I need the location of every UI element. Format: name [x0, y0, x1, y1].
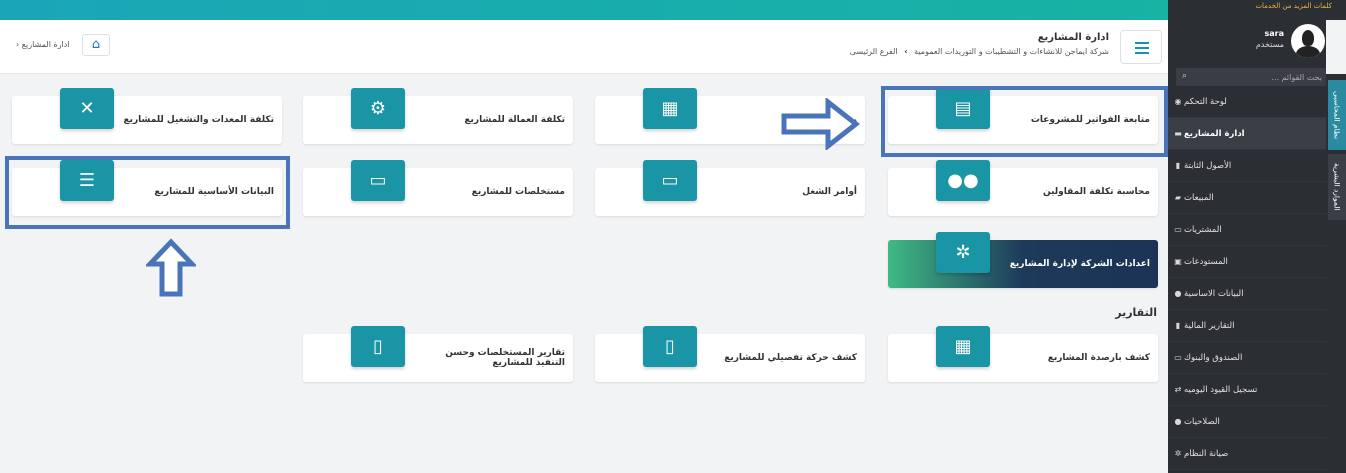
arrow-right-icon	[781, 98, 860, 150]
arrow-up-icon	[146, 238, 196, 297]
dashboard-icon: ◉	[1174, 97, 1182, 106]
building-icon: ▦	[643, 88, 697, 129]
note-icon: ▭	[643, 160, 697, 201]
file-icon: ▮	[1175, 321, 1181, 330]
card-equipment-cost[interactable]: ✕ تكلفة المعدات والتشغيل للمشاريع	[12, 88, 282, 144]
money-icon: ▭	[1174, 225, 1182, 234]
top-bar	[0, 0, 1168, 20]
sidebar-item-basic-data[interactable]: البيانات الاساسية ●	[1168, 278, 1326, 310]
menu-toggle-button[interactable]	[1120, 30, 1162, 64]
branch-name: الفرع الرئيسى	[849, 47, 898, 56]
toolbox-icon: ⚙	[351, 88, 405, 129]
info-icon: ●	[1174, 289, 1182, 298]
card-balances-report[interactable]: ▦ كشف بارصدة المشاريع	[888, 326, 1158, 382]
projects-icon: ▬	[1174, 129, 1182, 138]
menu-search[interactable]: ⌕	[1176, 68, 1326, 86]
sidebar-item-warehouses[interactable]: المستودعات ▣	[1168, 246, 1326, 278]
sidebar-nav: لوحة التحكم ◉ ادارة المشاريع ▬ الأصول الثا…	[1168, 86, 1326, 470]
sidebar-item-dashboard[interactable]: لوحة التحكم ◉	[1168, 86, 1326, 118]
top-bar-right: كلمات المزيد من الخدمات	[1168, 0, 1346, 20]
highlight-box-basic-data	[5, 156, 290, 229]
card-detailed-movement-report[interactable]: ▯ كشف حركة تفصيلي للمشاريع	[595, 326, 865, 382]
sidebar-item-fixed-assets[interactable]: الأصول الثابتة ▮	[1168, 150, 1326, 182]
breadcrumb-separator: ›	[904, 47, 908, 56]
card-label: كشف بارصدة المشاريع	[1047, 353, 1150, 363]
card-label: أوامر الشغل	[802, 187, 857, 197]
tab-accounting-system[interactable]: نظام المحاسبى	[1328, 80, 1346, 150]
top-promo: كلمات المزيد من الخدمات	[1255, 2, 1332, 10]
home-icon: ⌂	[91, 37, 101, 52]
users-icon: ●	[1174, 417, 1182, 426]
sidebar-item-cash-banks[interactable]: الصندوق والبنوك ▭	[1168, 342, 1326, 374]
user-role: مستخدم	[1255, 40, 1284, 49]
money-icon: ▭	[1174, 353, 1182, 362]
card-label: تكلفة العمالة للمشاريع	[464, 115, 565, 125]
tab-human-resources[interactable]: الموارد البشرية	[1328, 154, 1346, 220]
card-work-orders[interactable]: ▭ أوامر الشغل	[595, 160, 865, 216]
user-name: sara	[1264, 29, 1284, 38]
card-label: كشف حركة تفصيلي للمشاريع	[724, 353, 857, 363]
sidebar-item-projects[interactable]: ادارة المشاريع ▬	[1168, 118, 1326, 150]
sidebar-item-journal-entries[interactable]: تسجيل القيود اليوميه ⇄	[1168, 374, 1326, 406]
reports-section-title: التقارير	[1115, 306, 1157, 319]
list-icon	[1135, 42, 1149, 54]
sidebar-item-permissions[interactable]: الصلاحيات ●	[1168, 406, 1326, 438]
search-icon: ⌕	[1182, 71, 1188, 81]
page-title: ادارة المشاريع	[1037, 32, 1109, 43]
file-icon: ▯	[643, 326, 697, 367]
card-extract-reports[interactable]: ▯ تقارير المستخلصات وحسن التنفيذ للمشاري…	[303, 326, 573, 382]
card-contractors[interactable]: ●● محاسبة تكلفة المقاولين	[888, 160, 1158, 216]
sidebar-item-financial-reports[interactable]: التقارير المالية ▮	[1168, 310, 1326, 342]
card-company-settings[interactable]: ✲ اعدادات الشركة لإدارة المشاريع	[888, 232, 1158, 288]
card-label: اعدادات الشركة لإدارة المشاريع	[1009, 259, 1150, 269]
sidebar: sara مستخدم ⌕ لوحة التحكم◉ ادارة المشاري…	[1168, 20, 1326, 473]
calculator-icon: ▦	[936, 326, 990, 367]
card-label: تقارير المستخلصات وحسن التنفيذ للمشاريع	[445, 348, 565, 368]
page-header: ادارة المشاريع شركة ايماجن للانشاءات و ا…	[0, 20, 1168, 74]
users-icon: ●●	[936, 160, 990, 201]
vertical-tabs: نظام المحاسبى الموارد البشرية	[1326, 74, 1346, 473]
card-labor-cost[interactable]: ⚙ تكلفة العمالة للمشاريع	[303, 88, 573, 144]
sidebar-item-purchases[interactable]: المشتريات ▭	[1168, 214, 1326, 246]
truck-icon: ▰	[1174, 193, 1182, 202]
sidebar-item-system-maintenance[interactable]: صيانة النظام ✲	[1168, 438, 1326, 470]
highlight-box-invoices	[881, 86, 1168, 157]
home-breadcrumb[interactable]: ادارة المشاريع ‹	[16, 40, 70, 49]
gear-icon: ✲	[1174, 449, 1182, 458]
avatar[interactable]	[1291, 24, 1325, 58]
company-name: شركة ايماجن للانشاءات و التشطيبات و التو…	[914, 47, 1109, 56]
card-extracts[interactable]: ▭ مستخلصات للمشاريع	[303, 160, 573, 216]
note-icon: ▭	[351, 160, 405, 201]
card-label: تكلفة المعدات والتشغيل للمشاريع	[123, 115, 274, 125]
menu-search-input[interactable]	[1196, 70, 1322, 84]
exchange-icon: ⇄	[1174, 385, 1182, 394]
home-button[interactable]: ⌂	[82, 34, 110, 56]
sidebar-item-sales[interactable]: المبيعات ▰	[1168, 182, 1326, 214]
file-icon: ▮	[1175, 161, 1181, 170]
breadcrumb: شركة ايماجن للانشاءات و التشطيبات و التو…	[850, 47, 1109, 56]
card-label: مستخلصات للمشاريع	[471, 187, 565, 197]
box-icon: ▣	[1174, 257, 1182, 266]
file-icon: ▯	[351, 326, 405, 367]
card-label: محاسبة تكلفة المقاولين	[1042, 187, 1150, 197]
